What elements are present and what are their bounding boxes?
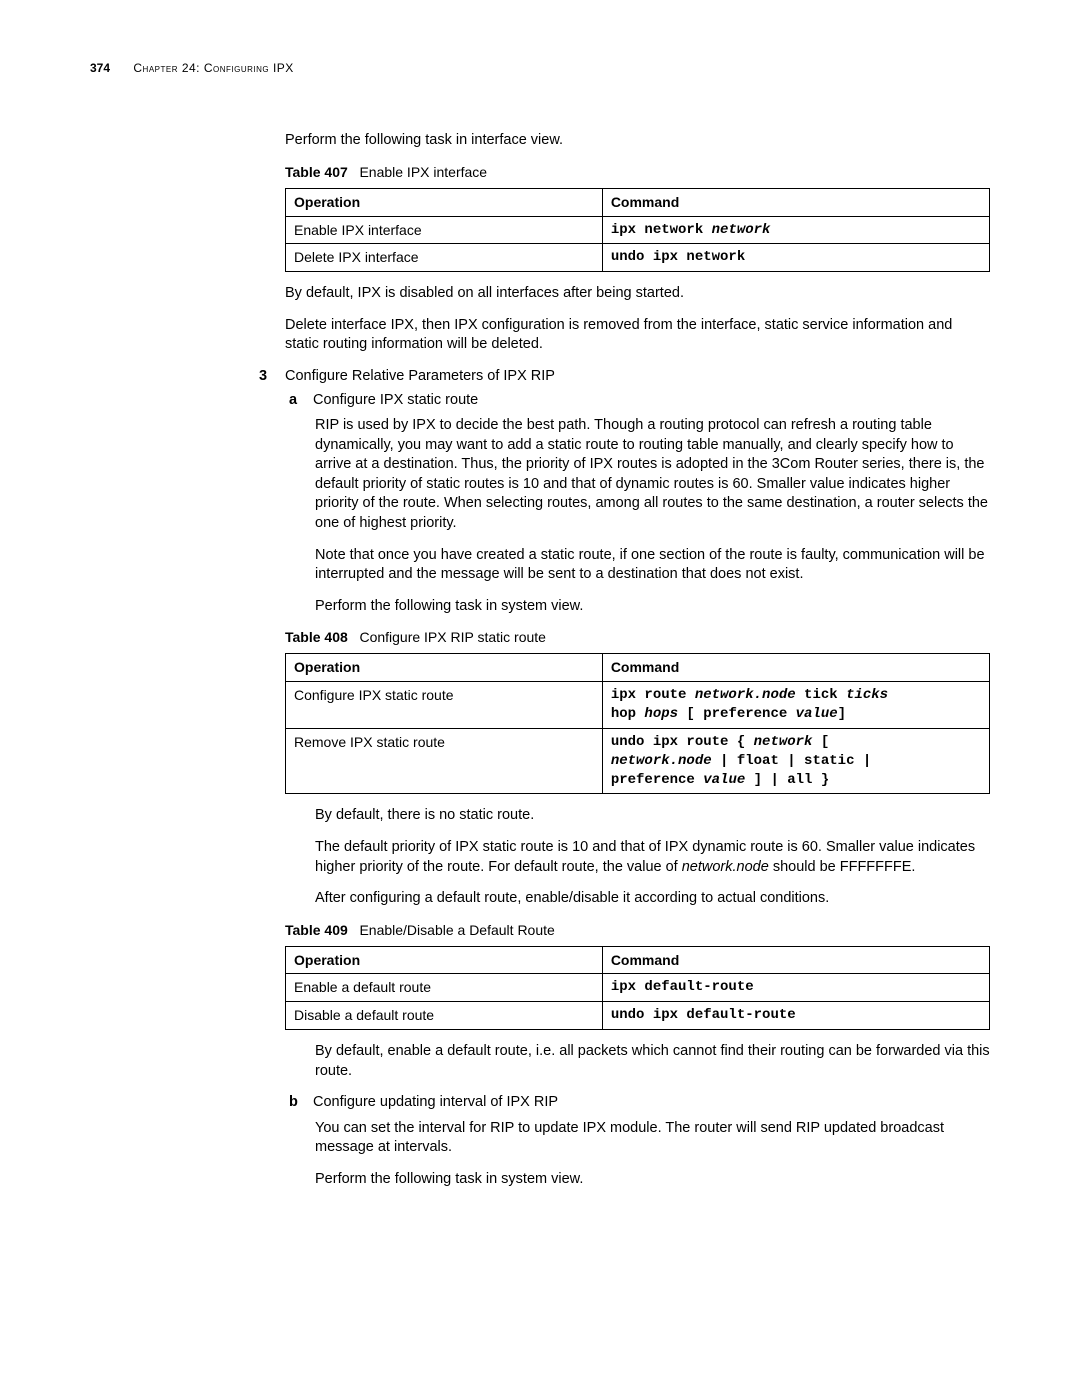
table-default-route: Operation Command Enable a default route… [285, 946, 990, 1031]
table-cell: ipx default-route [602, 974, 989, 1002]
table-caption: Table 408 Configure IPX RIP static route [285, 628, 990, 647]
table-cell: Configure IPX static route [286, 681, 603, 728]
page-number: 374 [90, 61, 110, 75]
table-header: Operation [286, 654, 603, 682]
table-caption: Table 407 Enable IPX interface [285, 163, 990, 182]
table-header: Command [602, 946, 989, 974]
paragraph: The default priority of IPX static route… [315, 838, 990, 877]
paragraph: Delete interface IPX, then IPX configura… [285, 316, 990, 355]
table-caption-text: Enable IPX interface [359, 164, 487, 180]
table-cell: ipx route network.node tick ticks hop ho… [602, 681, 989, 728]
table-cell: undo ipx default-route [602, 1002, 989, 1030]
table-static-route: Operation Command Configure IPX static r… [285, 653, 990, 794]
list-marker: b [289, 1093, 298, 1113]
table-row: Remove IPX static route undo ipx route {… [286, 728, 990, 794]
table-caption-text: Enable/Disable a Default Route [359, 922, 554, 938]
list-text: Configure updating interval of IPX RIP [313, 1094, 558, 1110]
table-row: Enable IPX interface ipx network network [286, 216, 990, 244]
paragraph: Perform the following task in system vie… [315, 597, 990, 617]
table-cell: Enable IPX interface [286, 216, 603, 244]
paragraph: Perform the following task in interface … [285, 131, 990, 151]
table-cell: Remove IPX static route [286, 728, 603, 794]
paragraph: You can set the interval for RIP to upda… [315, 1119, 990, 1158]
paragraph: By default, enable a default route, i.e.… [315, 1042, 990, 1081]
list-text: Configure IPX static route [313, 392, 478, 408]
paragraph: After configuring a default route, enabl… [315, 889, 990, 909]
table-header: Command [602, 188, 989, 216]
list-item: 3 Configure Relative Parameters of IPX R… [265, 367, 990, 387]
table-label: Table 407 [285, 164, 348, 180]
paragraph: By default, there is no static route. [315, 806, 990, 826]
paragraph: Note that once you have created a static… [315, 546, 990, 585]
table-header: Operation [286, 946, 603, 974]
table-cell: ipx network network [602, 216, 989, 244]
list-sub-item: a Configure IPX static route [285, 391, 990, 411]
table-cell: Delete IPX interface [286, 244, 603, 272]
table-row: Configure IPX static route ipx route net… [286, 681, 990, 728]
paragraph: By default, IPX is disabled on all inter… [285, 284, 990, 304]
paragraph: RIP is used by IPX to decide the best pa… [315, 416, 990, 533]
table-header: Operation [286, 188, 603, 216]
page-header: 374 Chapter 24: Configuring IPX [90, 60, 990, 76]
table-label: Table 409 [285, 922, 348, 938]
table-row: Disable a default route undo ipx default… [286, 1002, 990, 1030]
table-row: Enable a default route ipx default-route [286, 974, 990, 1002]
table-cell: Disable a default route [286, 1002, 603, 1030]
table-row: Delete IPX interface undo ipx network [286, 244, 990, 272]
table-caption-text: Configure IPX RIP static route [359, 629, 546, 645]
table-header: Command [602, 654, 989, 682]
list-text: Configure Relative Parameters of IPX RIP [285, 368, 555, 384]
list-sub-item: b Configure updating interval of IPX RIP [285, 1093, 990, 1113]
table-cell: Enable a default route [286, 974, 603, 1002]
table-caption: Table 409 Enable/Disable a Default Route [285, 921, 990, 940]
table-enable-ipx: Operation Command Enable IPX interface i… [285, 188, 990, 273]
table-label: Table 408 [285, 629, 348, 645]
table-cell: undo ipx route { network [ network.node … [602, 728, 989, 794]
chapter-title: Chapter 24: Configuring IPX [133, 61, 293, 75]
paragraph: Perform the following task in system vie… [315, 1170, 990, 1190]
table-cell: undo ipx network [602, 244, 989, 272]
list-marker: 3 [259, 367, 267, 387]
list-marker: a [289, 391, 297, 411]
